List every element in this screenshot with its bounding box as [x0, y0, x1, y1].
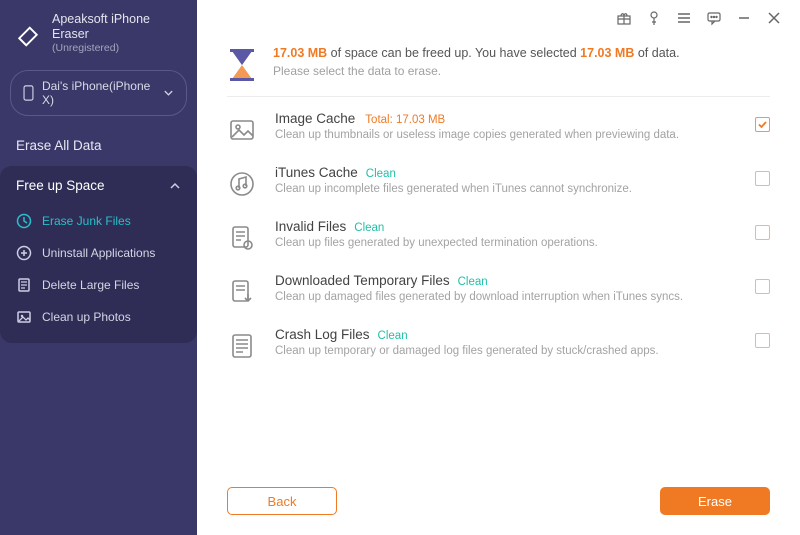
chevron-down-icon [163, 87, 174, 99]
row-sub: Clean up files generated by unexpected t… [275, 237, 737, 249]
download-icon [227, 277, 257, 307]
row-title: Image Cache [275, 111, 355, 126]
row-sub: Clean up damaged files generated by down… [275, 291, 737, 303]
checkbox[interactable] [755, 333, 770, 348]
clock-icon [16, 213, 32, 229]
row-crash-log: Crash Log Files Clean Clean up temporary … [227, 327, 770, 361]
row-title: Crash Log Files [275, 327, 370, 342]
app-name: Apeaksoft iPhone Eraser [52, 12, 183, 42]
row-status: Clean [458, 276, 488, 288]
sidebar-item-label: Clean up Photos [42, 310, 131, 324]
row-itunes-cache: iTunes Cache Clean Clean up incomplete fi… [227, 165, 770, 199]
checkbox[interactable] [755, 279, 770, 294]
device-label: Dai's iPhone(iPhone X) [42, 79, 155, 107]
sidebar-item-erase-junk[interactable]: Erase Junk Files [0, 205, 197, 237]
sidebar-item-label: Delete Large Files [42, 278, 139, 292]
row-title: Invalid Files [275, 219, 346, 234]
sidebar-item-photos[interactable]: Clean up Photos [0, 301, 197, 333]
back-button[interactable]: Back [227, 487, 337, 515]
row-status: Clean [354, 222, 384, 234]
row-sub: Clean up incomplete files generated when… [275, 183, 737, 195]
chevron-up-icon [169, 180, 181, 192]
minimize-icon[interactable] [736, 10, 752, 26]
sidebar-item-large-files[interactable]: Delete Large Files [0, 269, 197, 301]
sidebar-item-label: Erase Junk Files [42, 214, 131, 228]
music-icon [227, 169, 257, 199]
row-invalid-files: Invalid Files Clean Clean up files genera… [227, 219, 770, 253]
file-icon [16, 277, 32, 293]
footer: Back Erase [227, 471, 770, 535]
checkbox[interactable] [755, 225, 770, 240]
checkbox[interactable] [755, 171, 770, 186]
row-image-cache: Image Cache Total: 17.03 MB Clean up thum… [227, 111, 770, 145]
category-list: Image Cache Total: 17.03 MB Clean up thum… [227, 111, 770, 361]
log-icon [227, 331, 257, 361]
sidebar-item-uninstall[interactable]: Uninstall Applications [0, 237, 197, 269]
apps-icon [16, 245, 32, 261]
row-status: Clean [378, 330, 408, 342]
hourglass-icon [227, 48, 257, 82]
nav-free-up-space[interactable]: Free up Space [0, 165, 197, 205]
phone-icon [23, 85, 34, 101]
nav-erase-all[interactable]: Erase All Data [0, 126, 197, 165]
feedback-icon[interactable] [706, 10, 722, 26]
row-sub: Clean up thumbnails or useless image cop… [275, 129, 737, 141]
close-icon[interactable] [766, 10, 782, 26]
main: 17.03 MB of space can be freed up. You h… [197, 0, 800, 535]
banner: 17.03 MB of space can be freed up. You h… [227, 42, 770, 97]
menu-icon[interactable] [676, 10, 692, 26]
row-title: Downloaded Temporary Files [275, 273, 450, 288]
row-status: Total: 17.03 MB [365, 114, 445, 126]
checkbox[interactable] [755, 117, 770, 132]
banner-line2: Please select the data to erase. [273, 64, 680, 78]
photo-icon [16, 309, 32, 325]
sidebar-item-label: Uninstall Applications [42, 246, 155, 260]
banner-line1: 17.03 MB of space can be freed up. You h… [273, 46, 680, 60]
gift-icon[interactable] [616, 10, 632, 26]
row-title: iTunes Cache [275, 165, 358, 180]
sidebar: Apeaksoft iPhone Eraser (Unregistered) D… [0, 0, 197, 535]
file-warn-icon [227, 223, 257, 253]
erase-button[interactable]: Erase [660, 487, 770, 515]
eraser-logo-icon [14, 19, 42, 47]
brand: Apeaksoft iPhone Eraser (Unregistered) [0, 0, 197, 64]
key-icon[interactable] [646, 10, 662, 26]
row-sub: Clean up temporary or damaged log files … [275, 345, 737, 357]
row-downloaded-temp: Downloaded Temporary Files Clean Clean up… [227, 273, 770, 307]
titlebar [197, 0, 800, 36]
submenu: Erase Junk Files Uninstall Applications … [0, 205, 197, 343]
app-status: (Unregistered) [52, 42, 183, 54]
device-selector[interactable]: Dai's iPhone(iPhone X) [10, 70, 187, 116]
row-status: Clean [366, 168, 396, 180]
nav-free-up-label: Free up Space [16, 178, 105, 193]
image-icon [227, 115, 257, 145]
